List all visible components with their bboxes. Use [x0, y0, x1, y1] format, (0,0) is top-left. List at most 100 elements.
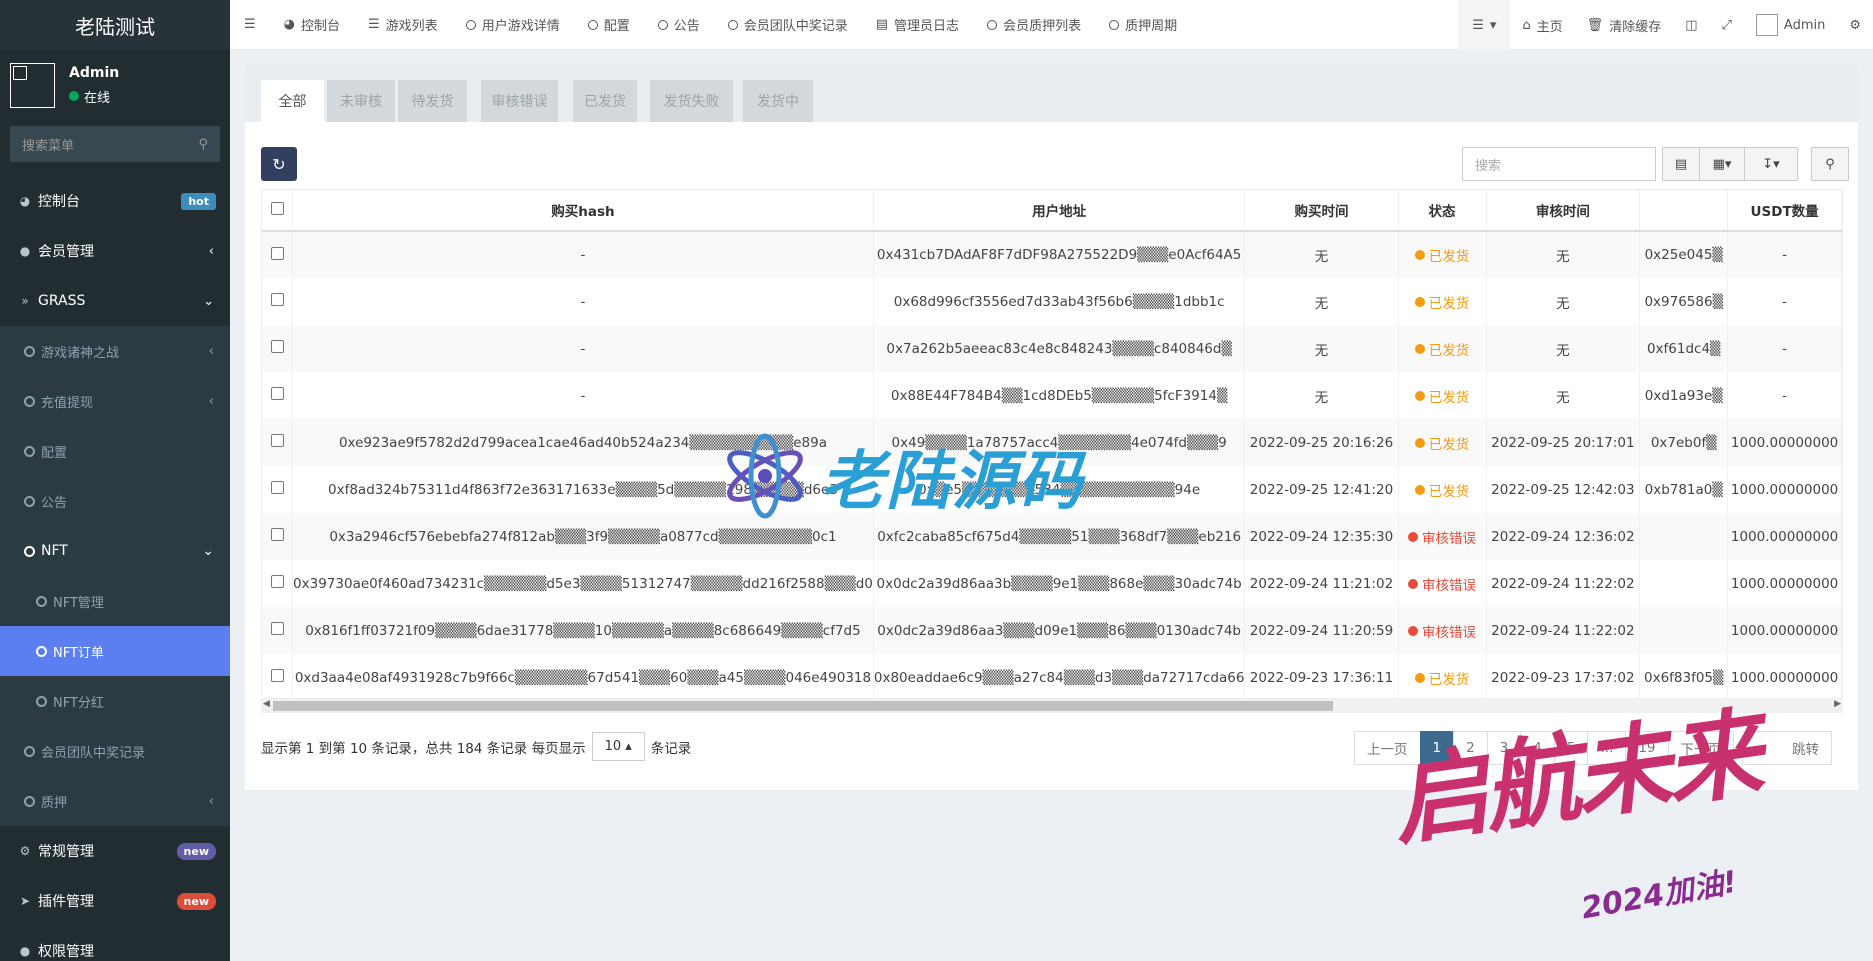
hamburger-icon: ☰ — [244, 17, 256, 32]
export-button[interactable]: ↧▾ — [1744, 147, 1798, 181]
app-logo[interactable]: 老陆测试 — [0, 0, 230, 50]
settings-button[interactable]: ⚙ — [1837, 0, 1873, 50]
cell-status: 已发货 — [1398, 466, 1487, 513]
table-row[interactable]: -0x88E44F784B4▒▒1cd8DEb5▒▒▒▒▒▒5fcF3914▒ 无… — [262, 372, 1842, 419]
tab-dashboard[interactable]: ◕ 控制台 — [270, 0, 354, 50]
circle-icon — [987, 19, 998, 30]
cell-buy-time: 2022-09-25 12:41:20 — [1244, 466, 1399, 513]
clear-cache-button[interactable]: 🗑 清除缓存 — [1575, 0, 1674, 50]
row-checkbox[interactable] — [262, 513, 294, 560]
user-menu[interactable]: Admin — [1744, 0, 1837, 50]
toggle-view-button[interactable]: ▤ — [1662, 147, 1700, 181]
tab-shipping[interactable]: 发货中 — [743, 80, 813, 122]
row-checkbox[interactable] — [262, 325, 294, 372]
rocket-icon: ➤ — [19, 894, 31, 908]
tab-pledge-cycle[interactable]: 质押周期 — [1095, 0, 1191, 50]
col-header-address[interactable]: 用户地址 — [873, 190, 1246, 232]
cell-hidden: 0x976586▒ — [1639, 278, 1729, 325]
col-header-hash[interactable]: 购买hash — [292, 190, 874, 232]
tab-user-game-detail[interactable]: 用户游戏详情 — [452, 0, 574, 50]
sidebar-item-nft-orders[interactable]: NFT订单 — [0, 626, 230, 676]
sidebar-item-pledge[interactable]: 质押 ‹ — [0, 776, 230, 826]
tab-notice[interactable]: 公告 — [644, 0, 714, 50]
tab-pending-shipment[interactable]: 待发货 — [398, 80, 467, 122]
row-checkbox[interactable] — [262, 607, 294, 654]
sidebar-item-permissions[interactable]: ● 权限管理 — [0, 926, 230, 961]
tab-ship-failed[interactable]: 发货失败 — [650, 80, 733, 122]
row-checkbox[interactable] — [262, 372, 294, 419]
row-checkbox[interactable] — [262, 231, 294, 278]
scroll-right-icon[interactable]: ▶ — [1834, 699, 1841, 709]
table-row[interactable]: -0x68d996cf3556ed7d33ab43f56b6▒▒▒▒1dbb1c… — [262, 278, 1842, 325]
list-icon: ☰ — [368, 17, 380, 32]
table-row[interactable]: -0x431cb7DAdAF8F7dDF98A275522D9▒▒▒e0Acf6… — [262, 231, 1842, 278]
cell-hidden: 0xf61dc4▒ — [1639, 325, 1729, 372]
col-header-usdt[interactable]: USDT数量 — [1727, 190, 1842, 232]
scrollbar-thumb[interactable] — [273, 701, 1333, 711]
table-row[interactable]: -0x7a262b5aeeac83c4e8c848243▒▒▒▒c840846d… — [262, 325, 1842, 372]
chevron-left-icon: ‹ — [208, 343, 214, 359]
tab-member-pledge[interactable]: 会员质押列表 — [973, 0, 1095, 50]
tab-review-error[interactable]: 审核错误 — [481, 80, 558, 122]
tab-admin-log[interactable]: ▤ 管理员日志 — [862, 0, 973, 50]
sidebar-toggle-button[interactable]: ☰ — [230, 0, 270, 50]
status-badge: 已发货 — [1414, 480, 1469, 500]
sidebar-item-plugins[interactable]: ➤ 插件管理 new — [0, 876, 230, 926]
sidebar-item-nft-manage[interactable]: NFT管理 — [0, 576, 230, 626]
advanced-search-button[interactable]: ⚲ — [1811, 147, 1849, 181]
tab-config[interactable]: 配置 — [574, 0, 644, 50]
sidebar-item-nft[interactable]: NFT ⌄ — [0, 526, 230, 576]
language-button[interactable]: ◫ — [1673, 0, 1709, 50]
table-row[interactable]: 0xd3aa4e08af4931928c7b9f66c▒▒▒▒▒▒▒67d541… — [262, 654, 1842, 698]
sidebar-item-game[interactable]: 游戏诸神之战 ‹ — [0, 326, 230, 376]
cell-review-time: 2022-09-24 12:36:02 — [1486, 513, 1641, 560]
table-row[interactable]: 0x816f1ff03721f09▒▒▒▒6dae31778▒▒▒▒10▒▒▒▒… — [262, 607, 1842, 654]
row-checkbox[interactable] — [262, 654, 294, 698]
tabs-menu-button[interactable]: ☰ ▾ — [1458, 0, 1511, 50]
sidebar-item-dashboard[interactable]: ◕ 控制台 hot — [0, 176, 230, 226]
sidebar-item-general[interactable]: ⚙ 常规管理 new — [0, 826, 230, 876]
status-dot-icon — [1414, 437, 1425, 448]
sidebar-item-grass[interactable]: » GRASS ⌄ — [0, 276, 230, 326]
table-search-input[interactable]: 搜索 — [1462, 147, 1656, 181]
sidebar-search-input[interactable]: 搜索菜单 ⚲ — [10, 126, 220, 162]
col-header-buy-time[interactable]: 购买时间 — [1244, 190, 1399, 232]
tab-unreviewed[interactable]: 未审核 — [327, 80, 395, 122]
row-checkbox[interactable] — [262, 466, 294, 513]
cell-status: 审核错误 — [1398, 560, 1487, 607]
search-icon[interactable]: ⚲ — [198, 137, 208, 152]
fullscreen-button[interactable]: ⤢ — [1710, 0, 1744, 50]
sidebar-item-recharge[interactable]: 充值提现 ‹ — [0, 376, 230, 426]
sidebar-item-config[interactable]: 配置 — [0, 426, 230, 476]
refresh-button[interactable]: ↻ — [261, 147, 297, 181]
circle-icon — [36, 695, 47, 707]
row-checkbox[interactable] — [262, 419, 294, 466]
select-all-checkbox[interactable] — [262, 190, 294, 232]
home-link[interactable]: ⌂ 主页 — [1510, 0, 1574, 50]
circle-icon — [727, 19, 738, 30]
scroll-left-icon[interactable]: ◀ — [263, 699, 270, 709]
tab-all[interactable]: 全部 — [261, 80, 324, 122]
page-size-select[interactable]: 10 ▴ — [591, 732, 645, 761]
tab-game-list[interactable]: ☰ 游戏列表 — [354, 0, 452, 50]
columns-button[interactable]: ▦▾ — [1699, 147, 1745, 181]
circle-icon — [657, 19, 668, 30]
tab-shipped[interactable]: 已发货 — [573, 80, 637, 122]
table-icon: ▤ — [1674, 156, 1688, 172]
cell-address: 0x431cb7DAdAF8F7dDF98A275522D9▒▒▒e0Acf64… — [873, 231, 1246, 278]
user-circle-icon: ● — [19, 244, 31, 258]
table-row[interactable]: 0x39730ae0f460ad734231c▒▒▒▒▒▒d5e3▒▒▒▒513… — [262, 560, 1842, 607]
sidebar-item-members[interactable]: ● 会员管理 ‹ — [0, 226, 230, 276]
tab-team-awards[interactable]: 会员团队中奖记录 — [714, 0, 862, 50]
cell-status: 已发货 — [1398, 654, 1487, 698]
cogs-icon: ⚙ — [19, 844, 31, 858]
sidebar-item-notice[interactable]: 公告 — [0, 476, 230, 526]
col-header-hidden[interactable] — [1639, 190, 1729, 232]
sidebar-item-team-awards[interactable]: 会员团队中奖记录 — [0, 726, 230, 776]
row-checkbox[interactable] — [262, 278, 294, 325]
row-checkbox[interactable] — [262, 560, 294, 607]
sidebar-item-nft-dividend[interactable]: NFT分红 — [0, 676, 230, 726]
cell-hidden: 0xd1a93e▒ — [1639, 372, 1729, 419]
col-header-status[interactable]: 状态 — [1398, 190, 1487, 232]
col-header-review-time[interactable]: 审核时间 — [1486, 190, 1641, 232]
